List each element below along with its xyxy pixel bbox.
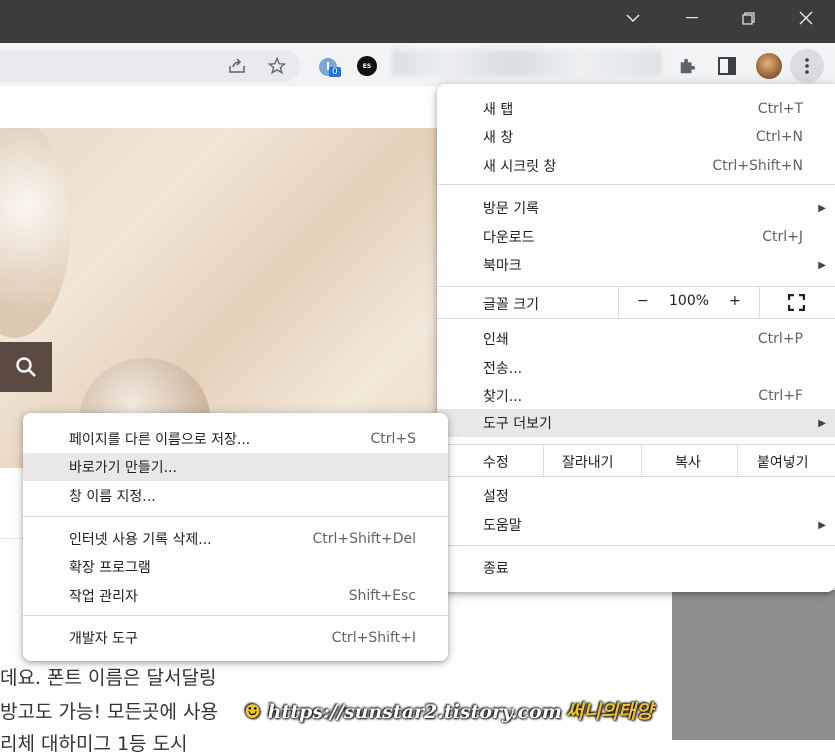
zoom-label: 글꼴 크기 xyxy=(483,297,539,313)
submenu-item-extensions[interactable]: 확장 프로그램 xyxy=(23,553,448,581)
menu-separator xyxy=(23,615,448,616)
zoom-row: 글꼴 크기 − 100% + xyxy=(437,287,835,318)
submenu-item-clear-data[interactable]: 인터넷 사용 기록 삭제... Ctrl+Shift+Del xyxy=(23,525,448,553)
menu-item-bookmarks[interactable]: 북마크 ▶ xyxy=(437,251,835,279)
close-window-button[interactable] xyxy=(783,0,829,36)
bookmark-star-icon[interactable] xyxy=(266,55,288,77)
submenu-arrow-icon: ▶ xyxy=(818,259,826,271)
more-tools-submenu: 페이지를 다른 이름으로 저장... Ctrl+S 바로가기 만들기... 창 이… xyxy=(23,413,448,661)
extension-es-icon[interactable]: ES xyxy=(357,56,377,76)
zoom-out-button[interactable]: − xyxy=(637,293,649,309)
share-icon[interactable] xyxy=(226,55,248,77)
submenu-arrow-icon: ▶ xyxy=(818,202,826,214)
side-panel-icon[interactable] xyxy=(716,55,738,77)
site-search-button[interactable] xyxy=(0,342,52,392)
menu-item-exit[interactable]: 종료 xyxy=(437,554,835,582)
menu-item-settings[interactable]: 설정 xyxy=(437,482,835,510)
article-line-1: 데요. 폰트 이름은 달서달링 xyxy=(0,667,217,689)
title-bar xyxy=(0,0,835,43)
extension-info-icon[interactable]: 0 xyxy=(317,56,341,78)
minimize-button[interactable] xyxy=(669,0,715,36)
menu-item-history[interactable]: 방문 기록 ▶ xyxy=(437,194,835,222)
cell-divider xyxy=(737,445,738,476)
menu-separator xyxy=(23,516,448,517)
submenu-item-save-page[interactable]: 페이지를 다른 이름으로 저장... Ctrl+S xyxy=(23,425,448,453)
menu-item-more-tools[interactable]: 도구 더보기 ▶ xyxy=(437,409,835,437)
menu-separator xyxy=(437,545,835,546)
submenu-item-dev-tools[interactable]: 개발자 도구 Ctrl+Shift+I xyxy=(23,624,448,652)
menu-item-new-tab[interactable]: 새 탭 Ctrl+T xyxy=(437,95,835,123)
menu-item-downloads[interactable]: 다운로드 Ctrl+J xyxy=(437,223,835,251)
edit-row: 수정 잘라내기 복사 붙여넣기 xyxy=(437,445,835,476)
menu-separator xyxy=(437,318,835,319)
chrome-menu-button[interactable] xyxy=(790,49,824,83)
cell-divider xyxy=(543,445,544,476)
menu-item-help[interactable]: 도움말 ▶ xyxy=(437,511,835,539)
submenu-item-task-manager[interactable]: 작업 관리자 Shift+Esc xyxy=(23,582,448,610)
submenu-arrow-icon: ▶ xyxy=(818,519,826,531)
cell-divider xyxy=(641,445,642,476)
watermark: ☻ https://sunstar2.tistory.com 써니의태양 xyxy=(244,697,653,724)
chrome-main-menu: 새 탭 Ctrl+T 새 창 Ctrl+N 새 시크릿 창 Ctrl+Shift+N … xyxy=(437,84,835,592)
tab-search-chevron-icon[interactable] xyxy=(610,0,656,36)
watermark-korean: 써니의태양 xyxy=(565,701,654,723)
address-bar[interactable] xyxy=(0,50,300,82)
sidebar-block xyxy=(672,590,835,740)
menu-separator xyxy=(437,476,835,477)
fullscreen-icon[interactable] xyxy=(787,293,806,315)
menu-item-find[interactable]: 찾기... Ctrl+F xyxy=(437,382,835,410)
cell-divider xyxy=(759,287,760,318)
zoom-in-button[interactable]: + xyxy=(729,293,741,309)
menu-item-print[interactable]: 인쇄 Ctrl+P xyxy=(437,325,835,353)
extension-badge: 0 xyxy=(329,67,341,77)
submenu-arrow-icon: ▶ xyxy=(818,417,826,429)
blurred-bookmarks-area xyxy=(392,50,662,76)
cell-divider xyxy=(618,287,619,318)
edit-label: 수정 xyxy=(483,455,509,471)
three-dots-icon xyxy=(805,58,809,74)
extension-es-label: ES xyxy=(362,62,372,70)
profile-avatar[interactable] xyxy=(756,53,782,79)
paste-button[interactable]: 붙여넣기 xyxy=(757,452,809,472)
cut-button[interactable]: 잘라내기 xyxy=(562,452,614,472)
cat-head-shape xyxy=(0,128,70,338)
copy-button[interactable]: 복사 xyxy=(675,452,701,472)
search-icon xyxy=(16,357,36,377)
submenu-item-name-window[interactable]: 창 이름 지정... xyxy=(23,482,448,510)
watermark-emoji-icon: ☻ xyxy=(244,701,262,723)
menu-item-cast[interactable]: 전송... xyxy=(437,354,835,382)
menu-item-new-incognito[interactable]: 새 시크릿 창 Ctrl+Shift+N xyxy=(437,152,835,180)
restore-button[interactable] xyxy=(725,0,771,36)
menu-item-new-window[interactable]: 새 창 Ctrl+N xyxy=(437,123,835,151)
menu-separator xyxy=(437,184,835,185)
watermark-url: https://sunstar2.tistory.com xyxy=(267,701,562,723)
extensions-puzzle-icon[interactable] xyxy=(676,55,698,77)
zoom-level: 100% xyxy=(669,293,710,309)
article-line-3: 리체 대하미그 1등 도시 xyxy=(0,733,188,755)
submenu-item-create-shortcut[interactable]: 바로가기 만들기... xyxy=(23,453,448,481)
article-line-2: 방고도 가능! 모든곳에 사용 xyxy=(0,701,219,723)
